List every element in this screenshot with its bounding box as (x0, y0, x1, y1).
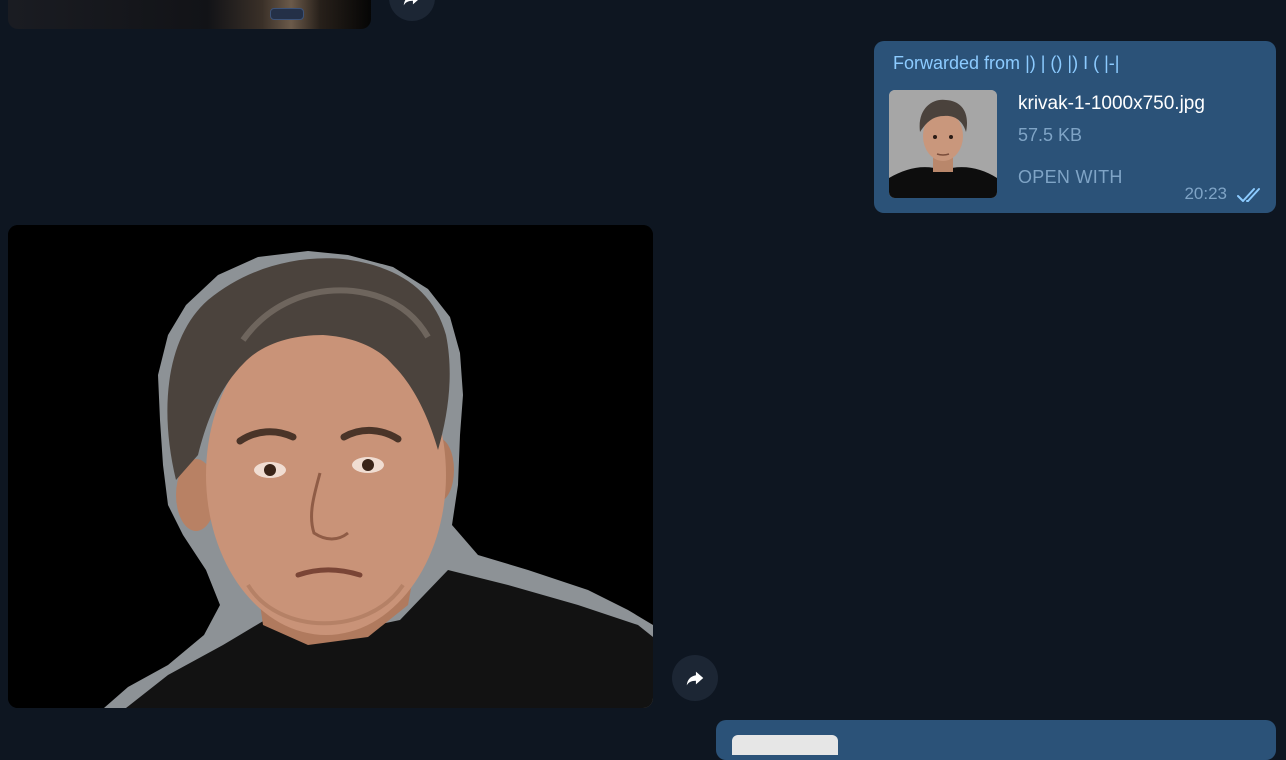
forwarded-sender[interactable]: |) | () |) I ( |-| (1025, 53, 1119, 73)
previous-photo-message[interactable] (8, 0, 371, 29)
forwarded-prefix: Forwarded from (893, 53, 1021, 73)
portrait-thumbnail-image (889, 90, 997, 198)
open-with-button[interactable]: OPEN WITH (1018, 167, 1123, 188)
next-outgoing-message[interactable] (716, 720, 1276, 760)
share-arrow-icon (403, 0, 418, 6)
share-arrow-icon (686, 671, 704, 686)
share-button[interactable] (389, 0, 435, 21)
portrait-photo-image (8, 225, 653, 708)
next-message-thumbnail (732, 735, 838, 755)
message-time: 20:23 (1184, 184, 1227, 203)
share-button[interactable] (672, 655, 718, 701)
forwarded-file-message[interactable]: Forwarded from |) | () |) I ( |-| krivak… (874, 41, 1276, 213)
forwarded-header: Forwarded from |) | () |) I ( |-| (893, 53, 1119, 74)
file-thumbnail[interactable] (889, 90, 997, 198)
portrait-photo-message[interactable] (8, 225, 653, 708)
file-size: 57.5 KB (1018, 125, 1083, 145)
watch-detail (270, 8, 304, 20)
file-name[interactable]: krivak-1-1000x750.jpg (1018, 93, 1205, 115)
double-check-icon (1237, 188, 1260, 202)
